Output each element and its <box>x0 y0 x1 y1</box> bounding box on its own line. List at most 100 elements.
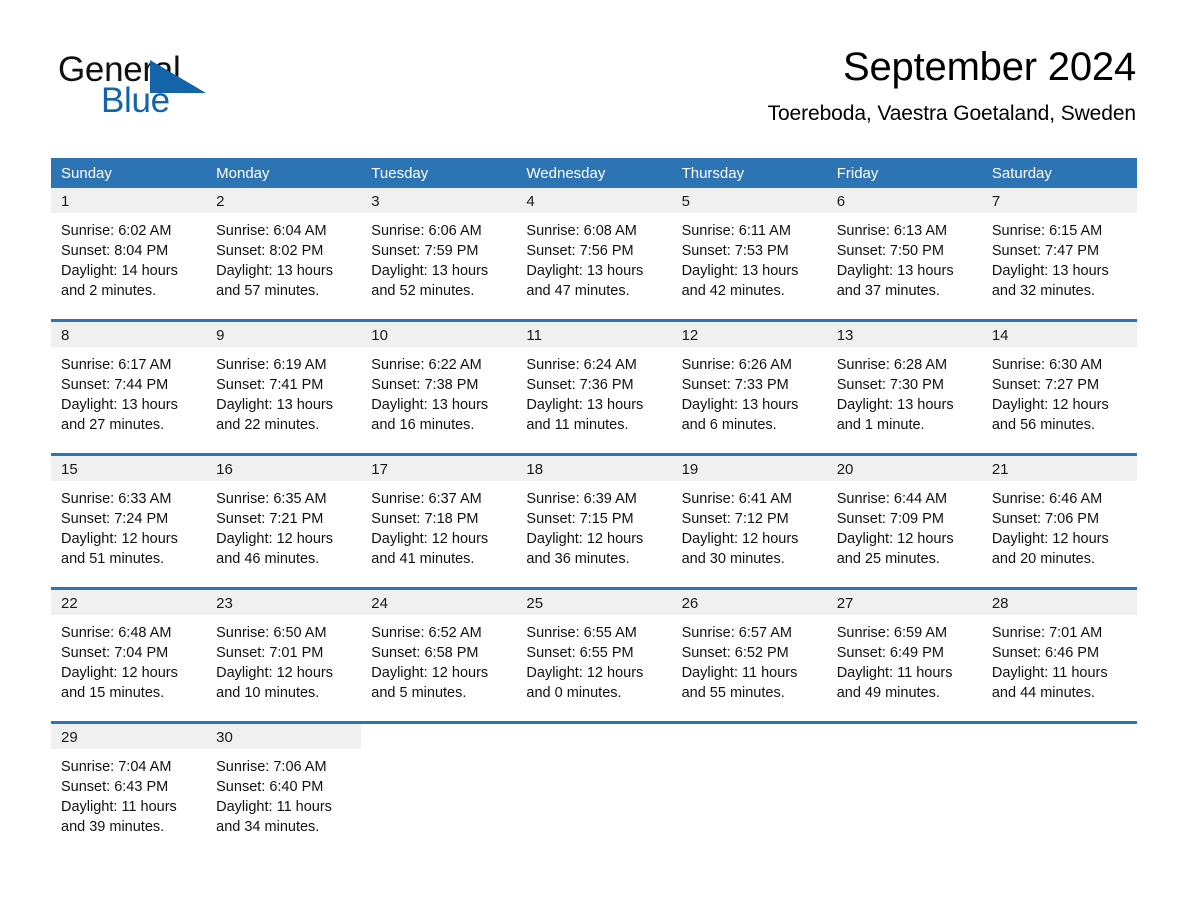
day-cell[interactable]: 29 Sunrise: 7:04 AM Sunset: 6:43 PM Dayligh… <box>51 724 207 835</box>
day-details: Sunrise: 6:04 AM Sunset: 8:02 PM Daylight:… <box>206 213 361 299</box>
week-row-spacer <box>51 299 1137 319</box>
daylight-duration-line2: and 41 minutes. <box>371 551 475 567</box>
day-cell[interactable]: 16 Sunrise: 6:35 AM Sunset: 7:21 PM Dayligh… <box>206 456 362 567</box>
day-cell[interactable]: 19 Sunrise: 6:41 AM Sunset: 7:12 PM Dayligh… <box>671 456 827 567</box>
daylight-duration-line2: and 46 minutes. <box>216 551 320 567</box>
page-title: September 2024 <box>843 45 1136 89</box>
day-cell[interactable]: 20 Sunrise: 6:44 AM Sunset: 7:09 PM Dayligh… <box>826 456 982 567</box>
sunrise-time: Sunrise: 6:39 AM <box>526 491 637 507</box>
day-cell[interactable]: 23 Sunrise: 6:50 AM Sunset: 7:01 PM Dayligh… <box>206 590 362 701</box>
day-number: 3 <box>361 188 517 213</box>
page-header: General Blue September 2024 Toereboda, V… <box>0 0 1188 125</box>
daylight-duration-line2: and 52 minutes. <box>371 283 475 299</box>
day-details: Sunrise: 6:46 AM Sunset: 7:06 PM Daylight:… <box>982 481 1137 567</box>
daylight-duration-line2: and 56 minutes. <box>991 417 1096 433</box>
sunrise-time: Sunrise: 7:04 AM <box>61 759 172 775</box>
sunrise-time: Sunrise: 6:41 AM <box>681 491 792 507</box>
daylight-duration-line2: and 2 minutes. <box>61 283 157 299</box>
day-number: 27 <box>826 590 982 615</box>
day-cell[interactable]: 1 Sunrise: 6:02 AM Sunset: 8:04 PM Daylight… <box>51 188 207 299</box>
day-cell[interactable]: 30 Sunrise: 7:06 AM Sunset: 6:40 PM Dayligh… <box>206 724 362 835</box>
daylight-duration-line1: Daylight: 13 hours <box>836 263 954 279</box>
daylight-duration-line2: and 34 minutes. <box>216 819 320 835</box>
day-cell[interactable]: 13 Sunrise: 6:28 AM Sunset: 7:30 PM Dayligh… <box>826 322 982 433</box>
day-cell[interactable]: 4 Sunrise: 6:08 AM Sunset: 7:56 PM Daylight… <box>516 188 672 299</box>
day-cell[interactable]: 12 Sunrise: 6:26 AM Sunset: 7:33 PM Dayligh… <box>671 322 827 433</box>
day-cell[interactable]: 15 Sunrise: 6:33 AM Sunset: 7:24 PM Dayligh… <box>51 456 207 567</box>
sunrise-time: Sunrise: 6:55 AM <box>526 625 637 641</box>
day-details: Sunrise: 6:48 AM Sunset: 7:04 PM Daylight:… <box>51 615 206 701</box>
day-details: Sunrise: 6:30 AM Sunset: 7:27 PM Daylight:… <box>982 347 1137 433</box>
daylight-duration-line2: and 15 minutes. <box>61 685 165 701</box>
day-cell[interactable]: 25 Sunrise: 6:55 AM Sunset: 6:55 PM Dayligh… <box>516 590 672 701</box>
daylight-duration-line2: and 49 minutes. <box>836 685 940 701</box>
sunset-time: Sunset: 7:41 PM <box>216 377 324 393</box>
day-cell[interactable]: 27 Sunrise: 6:59 AM Sunset: 6:49 PM Dayligh… <box>826 590 982 701</box>
day-details: Sunrise: 6:41 AM Sunset: 7:12 PM Daylight:… <box>672 481 827 567</box>
sunrise-time: Sunrise: 6:06 AM <box>371 223 482 239</box>
day-cell[interactable]: 14 Sunrise: 6:30 AM Sunset: 7:27 PM Dayligh… <box>981 322 1137 433</box>
sunrise-time: Sunrise: 6:02 AM <box>61 223 172 239</box>
sunset-time: Sunset: 6:46 PM <box>991 645 1100 661</box>
sunrise-time: Sunrise: 6:26 AM <box>681 357 792 373</box>
day-cell[interactable]: 7 Sunrise: 6:15 AM Sunset: 7:47 PM Daylight… <box>981 188 1137 299</box>
week-row: 22 Sunrise: 6:48 AM Sunset: 7:04 PM Dayligh… <box>51 587 1137 701</box>
day-cell[interactable]: 6 Sunrise: 6:13 AM Sunset: 7:50 PM Daylight… <box>826 188 982 299</box>
day-number: 14 <box>981 322 1137 347</box>
calendar-weeks: 1 Sunrise: 6:02 AM Sunset: 8:04 PM Daylight… <box>51 188 1137 835</box>
daylight-duration-line2: and 39 minutes. <box>61 819 165 835</box>
day-details: Sunrise: 6:28 AM Sunset: 7:30 PM Daylight:… <box>827 347 982 433</box>
day-cell[interactable]: 5 Sunrise: 6:11 AM Sunset: 7:53 PM Daylight… <box>671 188 827 299</box>
day-cell[interactable]: 26 Sunrise: 6:57 AM Sunset: 6:52 PM Dayligh… <box>671 590 827 701</box>
sunrise-time: Sunrise: 6:28 AM <box>836 357 948 373</box>
sunset-time: Sunset: 7:06 PM <box>991 511 1100 527</box>
sunrise-time: Sunrise: 6:24 AM <box>526 357 637 373</box>
day-cell[interactable]: 22 Sunrise: 6:48 AM Sunset: 7:04 PM Dayligh… <box>51 590 207 701</box>
day-number: 19 <box>671 456 827 481</box>
weekday-header-sunday: Sunday <box>61 165 112 182</box>
daylight-duration-line1: Daylight: 11 hours <box>61 799 177 815</box>
week-row-spacer <box>51 567 1137 587</box>
day-cell[interactable]: 18 Sunrise: 6:39 AM Sunset: 7:15 PM Dayligh… <box>516 456 672 567</box>
daylight-duration-line2: and 55 minutes. <box>681 685 785 701</box>
general-blue-logo[interactable]: General Blue <box>58 50 318 120</box>
weekday-header-saturday: Saturday <box>991 165 1052 182</box>
day-details: Sunrise: 6:17 AM Sunset: 7:44 PM Daylight:… <box>51 347 206 433</box>
day-cell-empty <box>516 724 671 835</box>
day-cell[interactable]: 9 Sunrise: 6:19 AM Sunset: 7:41 PM Daylight… <box>206 322 362 433</box>
day-cell[interactable]: 21 Sunrise: 6:46 AM Sunset: 7:06 PM Dayligh… <box>981 456 1137 567</box>
daylight-duration-line1: Daylight: 12 hours <box>526 665 644 681</box>
day-number: 18 <box>516 456 672 481</box>
daylight-duration-line1: Daylight: 14 hours <box>61 263 178 279</box>
daylight-duration-line2: and 20 minutes. <box>991 551 1096 567</box>
day-number: 16 <box>206 456 362 481</box>
sunset-time: Sunset: 7:04 PM <box>61 645 169 661</box>
day-cell[interactable]: 24 Sunrise: 6:52 AM Sunset: 6:58 PM Dayligh… <box>361 590 517 701</box>
sunset-time: Sunset: 7:09 PM <box>836 511 944 527</box>
sunrise-time: Sunrise: 6:04 AM <box>216 223 327 239</box>
day-cell[interactable]: 8 Sunrise: 6:17 AM Sunset: 7:44 PM Daylight… <box>51 322 207 433</box>
day-cell[interactable]: 28 Sunrise: 7:01 AM Sunset: 6:46 PM Dayligh… <box>981 590 1137 701</box>
weekday-header-row: Sunday Monday Tuesday Wednesday Thursday… <box>51 158 1137 188</box>
sunrise-time: Sunrise: 6:11 AM <box>681 223 791 239</box>
week-row: 8 Sunrise: 6:17 AM Sunset: 7:44 PM Daylight… <box>51 319 1137 433</box>
sunrise-time: Sunrise: 6:50 AM <box>216 625 327 641</box>
sunrise-time: Sunrise: 7:01 AM <box>991 625 1103 641</box>
day-cell[interactable]: 2 Sunrise: 6:04 AM Sunset: 8:02 PM Daylight… <box>206 188 362 299</box>
day-number: 26 <box>671 590 827 615</box>
day-cell[interactable]: 3 Sunrise: 6:06 AM Sunset: 7:59 PM Daylight… <box>361 188 517 299</box>
day-number: 23 <box>206 590 362 615</box>
day-number: 24 <box>361 590 517 615</box>
sunrise-time: Sunrise: 6:13 AM <box>836 223 948 239</box>
day-cell[interactable]: 11 Sunrise: 6:24 AM Sunset: 7:36 PM Dayligh… <box>516 322 672 433</box>
day-cell[interactable]: 17 Sunrise: 6:37 AM Sunset: 7:18 PM Dayligh… <box>361 456 517 567</box>
day-number: 1 <box>51 188 207 213</box>
sunrise-time: Sunrise: 6:33 AM <box>61 491 172 507</box>
daylight-duration-line1: Daylight: 13 hours <box>216 263 334 279</box>
daylight-duration-line1: Daylight: 13 hours <box>836 397 954 413</box>
daylight-duration-line2: and 25 minutes. <box>836 551 940 567</box>
sunset-time: Sunset: 7:33 PM <box>681 377 789 393</box>
sunrise-time: Sunrise: 6:35 AM <box>216 491 327 507</box>
sunset-time: Sunset: 7:30 PM <box>836 377 944 393</box>
day-cell[interactable]: 10 Sunrise: 6:22 AM Sunset: 7:38 PM Dayligh… <box>361 322 517 433</box>
